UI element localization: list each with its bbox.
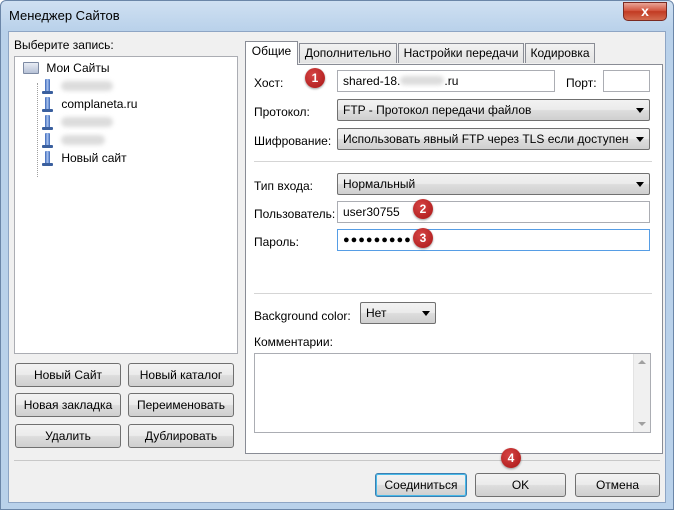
user-label: Пользователь:: [254, 207, 336, 221]
annotation-badge-1: 1: [305, 68, 325, 88]
select-entry-label: Выберите запись:: [14, 38, 114, 52]
server-icon: [42, 151, 53, 166]
new-folder-button[interactable]: Новый каталог: [128, 363, 234, 387]
server-icon: [42, 79, 53, 94]
redacted-site-name: [61, 135, 106, 145]
section-divider: [254, 161, 652, 162]
logon-type-select[interactable]: Нормальный: [337, 173, 650, 195]
chevron-down-icon: [636, 182, 644, 187]
tree-item-label: Новый сайт: [61, 151, 127, 165]
site-manager-window: Менеджер Сайтов x Выберите запись: Мои С…: [0, 0, 674, 510]
redacted-site-name: [61, 81, 114, 91]
logon-type-value: Нормальный: [343, 177, 416, 191]
tree-root-my-sites[interactable]: Мои Сайты: [23, 59, 109, 77]
ok-button[interactable]: OK: [475, 473, 566, 497]
password-input[interactable]: ●●●●●●●●●: [337, 229, 650, 251]
tree-guide-line: [37, 83, 38, 177]
tab-transfer-settings[interactable]: Настройки передачи: [398, 43, 524, 63]
new-bookmark-button[interactable]: Новая закладка: [15, 393, 121, 417]
tree-item-site-2[interactable]: complaneta.ru: [42, 95, 138, 113]
folder-icon: [23, 62, 39, 74]
annotation-badge-2: 2: [413, 199, 433, 219]
tree-item-site-1[interactable]: [42, 77, 114, 95]
encryption-select[interactable]: Использовать явный FTP через TLS если до…: [337, 128, 650, 150]
title-bar[interactable]: Менеджер Сайтов x: [1, 1, 673, 31]
tab-general[interactable]: Общие: [245, 41, 298, 65]
chevron-down-icon: [636, 137, 644, 142]
tree-item-new-site[interactable]: Новый сайт: [42, 149, 127, 167]
close-button[interactable]: x: [623, 2, 667, 21]
comments-scrollbar[interactable]: [633, 354, 650, 432]
window-title: Менеджер Сайтов: [9, 8, 120, 23]
user-input[interactable]: user30755: [337, 201, 650, 223]
rename-button[interactable]: Переименовать: [128, 393, 234, 417]
tab-charset[interactable]: Кодировка: [525, 43, 595, 63]
site-tree[interactable]: Мои Сайты complaneta.ru Новый сайт: [14, 56, 238, 354]
annotation-badge-3: 3: [413, 228, 433, 248]
new-site-button[interactable]: Новый Сайт: [15, 363, 121, 387]
connect-button[interactable]: Соединиться: [375, 473, 467, 497]
section-divider: [254, 293, 652, 294]
server-icon: [42, 115, 53, 130]
scroll-down-icon[interactable]: [638, 422, 646, 426]
background-color-label: Background color:: [254, 309, 351, 323]
password-label: Пароль:: [254, 235, 299, 249]
tree-item-site-4[interactable]: [42, 131, 106, 149]
background-color-select[interactable]: Нет: [360, 302, 436, 324]
annotation-badge-4: 4: [501, 448, 521, 468]
redacted-host-part: [400, 76, 445, 85]
duplicate-button[interactable]: Дублировать: [128, 424, 234, 448]
dialog-client: Выберите запись: Мои Сайты complaneta.ru: [8, 31, 666, 503]
general-tab-panel: Хост: shared-18. .ru Порт: Протокол: FTP …: [245, 64, 663, 454]
server-icon: [42, 133, 53, 148]
protocol-label: Протокол:: [254, 105, 310, 119]
protocol-value: FTP - Протокол передачи файлов: [343, 103, 532, 117]
host-label: Хост:: [254, 76, 284, 90]
comments-label: Комментарии:: [254, 335, 333, 349]
host-input[interactable]: shared-18. .ru: [337, 70, 555, 92]
tree-item-site-3[interactable]: [42, 113, 114, 131]
delete-button[interactable]: Удалить: [15, 424, 121, 448]
footer-divider: [14, 460, 660, 461]
chevron-down-icon: [636, 108, 644, 113]
host-value-suffix: .ru: [444, 74, 459, 88]
tree-root-label: Мои Сайты: [46, 61, 110, 75]
redacted-site-name: [61, 117, 114, 127]
host-value-prefix: shared-18.: [343, 74, 401, 88]
encryption-value: Использовать явный FTP через TLS если до…: [343, 132, 629, 146]
port-input[interactable]: [603, 70, 650, 92]
logon-type-label: Тип входа:: [254, 179, 313, 193]
server-icon: [42, 97, 53, 112]
port-label: Порт:: [566, 76, 597, 90]
chevron-down-icon: [422, 311, 430, 316]
close-icon: x: [641, 3, 649, 19]
tree-item-label: complaneta.ru: [61, 97, 138, 111]
tab-advanced[interactable]: Дополнительно: [299, 43, 397, 63]
cancel-button[interactable]: Отмена: [575, 473, 660, 497]
encryption-label: Шифрование:: [254, 134, 332, 148]
background-color-value: Нет: [366, 306, 387, 320]
protocol-select[interactable]: FTP - Протокол передачи файлов: [337, 99, 650, 121]
scroll-up-icon[interactable]: [638, 360, 646, 364]
comments-textarea[interactable]: [254, 353, 651, 433]
